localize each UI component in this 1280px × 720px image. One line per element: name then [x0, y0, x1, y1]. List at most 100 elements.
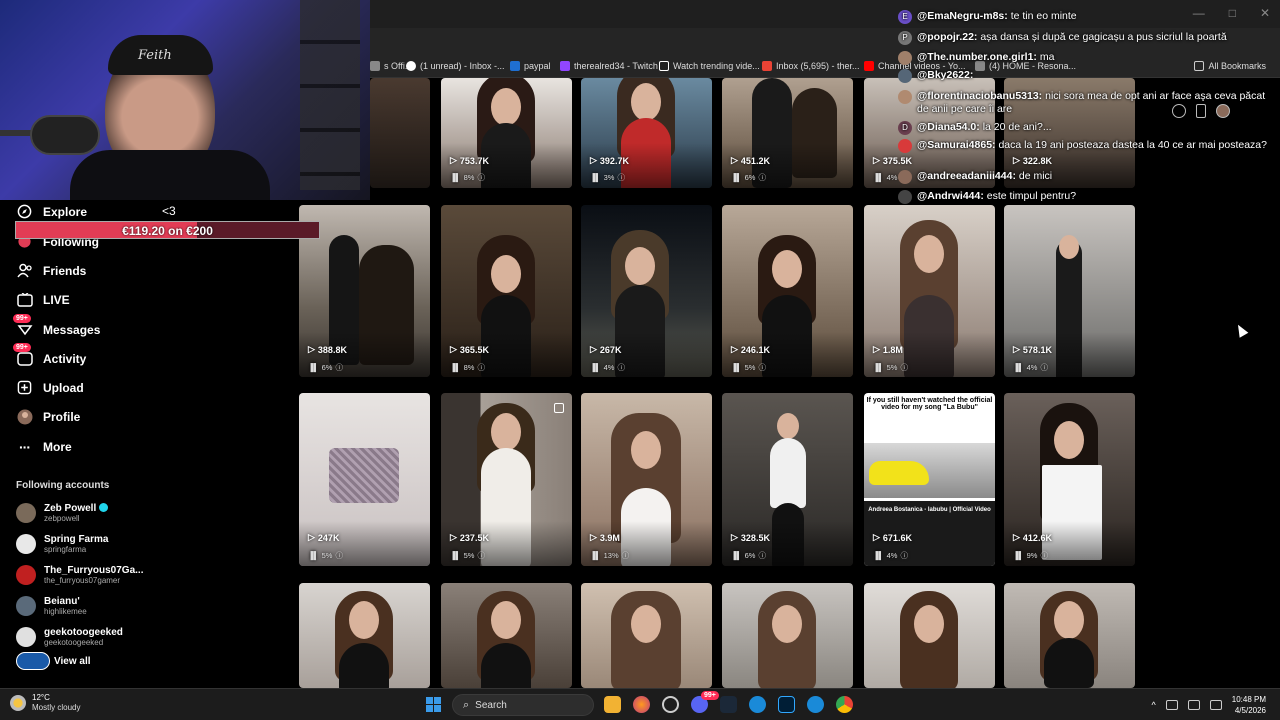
search-icon: ⌕	[463, 698, 470, 711]
stats-icon: ▐▌	[731, 551, 742, 560]
view-count: ▷ 237.5K	[450, 532, 489, 543]
info-icon: ⓘ	[477, 363, 485, 372]
video-tile[interactable]: ▷ 392.7K ▐▌ 3% ⓘ	[581, 78, 712, 188]
app-icon[interactable]	[749, 696, 766, 713]
engagement-rate: ▐▌4%ⓘ	[1013, 363, 1048, 372]
video-tile[interactable]	[299, 583, 430, 688]
avatar	[898, 51, 912, 65]
view-count: ▷ 451.2K	[731, 155, 770, 166]
view-count: ▷ 412.6K	[1013, 532, 1052, 543]
handbag-image	[329, 448, 399, 503]
view-count: ▷ 375.5K	[873, 155, 912, 166]
info-icon: ⓘ	[617, 173, 625, 182]
obs-icon[interactable]	[662, 696, 679, 713]
info-icon: ⓘ	[477, 551, 485, 560]
firefox-icon[interactable]	[633, 696, 650, 713]
play-icon: ▷	[873, 532, 880, 542]
video-tile[interactable]: ▷ 578.1K ▐▌ 4% ⓘ	[1004, 205, 1135, 377]
video-tile[interactable]	[441, 583, 572, 688]
view-count: ▷ 322.8K	[1013, 155, 1052, 166]
video-tile[interactable]: If you still haven't watched the officia…	[864, 393, 995, 566]
taskbar: 12°C Mostly cloudy ⌕ Search 99+ ^ 10:48 P…	[0, 688, 1280, 720]
avatar	[898, 170, 912, 184]
battery-icon[interactable]	[1209, 700, 1222, 710]
avatar	[898, 69, 912, 83]
weather-widget[interactable]: 12°C Mostly cloudy	[10, 693, 80, 713]
file-explorer-icon[interactable]	[604, 696, 621, 713]
play-icon: ▷	[450, 532, 457, 542]
avatar: P	[898, 31, 912, 45]
stats-icon: ▐▌	[731, 363, 742, 372]
volume-icon[interactable]	[1187, 700, 1200, 710]
microphone-image	[30, 115, 100, 155]
steam-icon[interactable]	[720, 696, 737, 713]
view-count: ▷ 388.8K	[308, 344, 347, 355]
view-count: ▷ 392.7K	[590, 155, 629, 166]
taskbar-search[interactable]: ⌕ Search	[452, 694, 594, 716]
donation-goal-bar: €119.20 on €200	[15, 221, 320, 239]
stats-icon: ▐▌	[873, 173, 884, 182]
video-tile[interactable]: ▷ 237.5K ▐▌ 5% ⓘ	[441, 393, 572, 566]
info-icon: ⓘ	[477, 173, 485, 182]
clock[interactable]: 10:48 PM 4/5/2026	[1232, 694, 1266, 716]
play-icon: ▷	[873, 344, 880, 354]
play-icon: ▷	[590, 155, 597, 165]
video-tile[interactable]: ▷ 365.5K ▐▌ 8% ⓘ	[441, 205, 572, 377]
view-count: ▷ 246.1K	[731, 344, 770, 355]
video-tile[interactable]	[864, 583, 995, 688]
video-tile[interactable]: ▷ 246.1K ▐▌ 5% ⓘ	[722, 205, 853, 377]
video-tile[interactable]	[370, 78, 430, 188]
view-count: ▷ 753.7K	[450, 155, 489, 166]
chrome-icon[interactable]	[836, 696, 853, 713]
chat-message: @The.number.one.girl1: ma	[898, 51, 1268, 65]
discord-icon[interactable]: 99+	[691, 691, 719, 713]
stats-icon: ▐▌	[308, 363, 319, 372]
video-tile[interactable]: ▷ 451.2K ▐▌ 6% ⓘ	[722, 78, 853, 188]
photo-mode-icon	[554, 403, 564, 413]
start-button[interactable]	[426, 697, 441, 712]
engagement-rate: ▐▌ 5% ⓘ	[873, 363, 908, 372]
stats-icon: ▐▌	[731, 173, 742, 182]
video-tile[interactable]: ▷ 753.7K ▐▌ 8% ⓘ	[441, 78, 572, 188]
photoshop-icon[interactable]	[778, 696, 795, 713]
play-icon: ▷	[450, 344, 457, 354]
view-count: ▷ 328.5K	[731, 532, 770, 543]
device-icon[interactable]	[1196, 104, 1206, 118]
stats-icon: ▐▌	[873, 551, 884, 560]
avatar[interactable]	[1216, 104, 1230, 118]
network-icon[interactable]	[1165, 700, 1178, 710]
video-tile[interactable]	[581, 583, 712, 688]
coins-icon[interactable]	[1172, 104, 1186, 118]
donation-goal-label: €119.20 on €200	[122, 224, 213, 238]
engagement-rate: ▐▌ 5% ⓘ	[450, 551, 485, 560]
video-tile[interactable]	[722, 583, 853, 688]
play-icon: ▷	[731, 532, 738, 542]
cap-logo: Feith	[138, 48, 172, 63]
chevron-up-icon[interactable]: ^	[1152, 700, 1156, 710]
video-tile[interactable]: ▷ 267K ▐▌ 4% ⓘ	[581, 205, 712, 377]
engagement-rate: ▐▌4%ⓘ	[590, 363, 625, 372]
play-icon: ▷	[1013, 155, 1020, 165]
chat-message: @Andrwi444: este timpul pentru?	[898, 190, 1268, 204]
engagement-rate: ▐▌ 8% ⓘ	[450, 363, 485, 372]
video-tile[interactable]: ▷ 1.8M ▐▌ 5% ⓘ	[864, 205, 995, 377]
avatar	[898, 90, 912, 104]
play-icon: ▷	[308, 344, 315, 354]
play-icon: ▷	[873, 155, 880, 165]
view-count: ▷ 1.8M	[873, 344, 903, 355]
engagement-rate: ▐▌ 13% ⓘ	[590, 551, 630, 560]
webcam-overlay: Feith	[0, 0, 370, 200]
video-tile[interactable]: ▷ 412.6K ▐▌ 9% ⓘ	[1004, 393, 1135, 566]
video-tile[interactable]: ▷ 247K ▐▌ 5% ⓘ	[299, 393, 430, 566]
info-icon: ⓘ	[900, 363, 908, 372]
stats-icon: ▐▌	[873, 363, 884, 372]
view-count: ▷ 267K	[590, 344, 622, 355]
video-tile[interactable]: ▷ 3.9M ▐▌ 13% ⓘ	[581, 393, 712, 566]
video-tile[interactable]: ▷ 328.5K ▐▌ 6% ⓘ	[722, 393, 853, 566]
app-icon[interactable]	[807, 696, 824, 713]
system-tray: ^ 10:48 PM 4/5/2026	[1152, 694, 1266, 716]
info-icon: ⓘ	[1040, 551, 1048, 560]
chat-message: E @EmaNegru-m8s: te tin eo minte	[898, 10, 1268, 24]
video-tile[interactable]	[1004, 583, 1135, 688]
play-icon: ▷	[1013, 344, 1020, 354]
